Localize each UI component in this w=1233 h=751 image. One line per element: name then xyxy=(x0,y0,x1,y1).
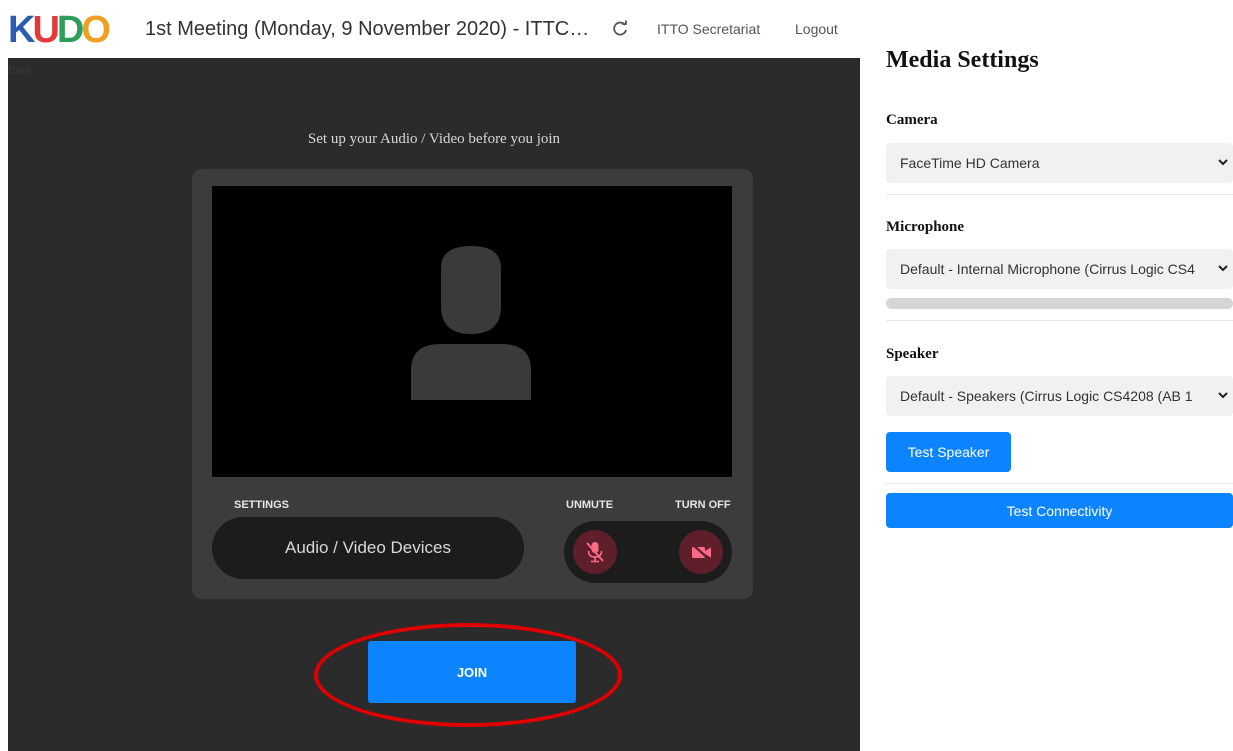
microphone-select-value: Default - Internal Microphone (Cirrus Lo… xyxy=(900,261,1195,277)
test-connectivity-button[interactable]: Test Connectivity xyxy=(886,493,1233,528)
camera-toggle-button[interactable] xyxy=(679,530,723,574)
join-button[interactable]: JOIN xyxy=(368,641,576,703)
user-name-link[interactable]: ITTO Secretariat xyxy=(657,21,760,37)
logo-letter-k: K xyxy=(8,9,36,51)
media-settings-panel: Media Settings Camera FaceTime HD Camera… xyxy=(886,0,1233,751)
chevron-down-icon xyxy=(1218,392,1228,399)
speaker-select-value: Default - Speakers (Cirrus Logic CS4208 … xyxy=(900,388,1193,404)
meeting-title: 1st Meeting (Monday, 9 November 2020) - … xyxy=(145,18,590,40)
chevron-down-icon xyxy=(1218,159,1228,166)
back-link[interactable]: Back xyxy=(8,64,32,76)
microphone-muted-icon xyxy=(586,542,604,563)
divider xyxy=(886,483,1233,484)
speaker-select[interactable]: Default - Speakers (Cirrus Logic CS4208 … xyxy=(886,376,1233,416)
camera-label: Camera xyxy=(886,112,938,128)
media-settings-title: Media Settings xyxy=(886,47,1039,73)
camera-select-value: FaceTime HD Camera xyxy=(900,155,1040,171)
pre-join-area: Back Set up your Audio / Video before yo… xyxy=(8,58,860,751)
microphone-level-meter xyxy=(886,298,1233,309)
turn-off-label: TURN OFF xyxy=(675,499,731,511)
video-preview xyxy=(212,186,732,477)
logo-letter-o: O xyxy=(81,9,111,51)
top-bar: K U D O 1st Meeting (Monday, 9 November … xyxy=(0,0,860,58)
chevron-down-icon xyxy=(1218,265,1228,272)
kudo-logo[interactable]: K U D O xyxy=(8,9,111,51)
settings-label: SETTINGS xyxy=(234,499,290,511)
setup-instruction: Set up your Audio / Video before you joi… xyxy=(307,131,561,147)
refresh-icon[interactable] xyxy=(611,20,629,38)
divider xyxy=(886,194,1233,195)
camera-off-icon xyxy=(691,543,711,561)
speaker-label: Speaker xyxy=(886,346,939,362)
media-controls xyxy=(564,521,732,583)
divider xyxy=(886,320,1233,321)
camera-select[interactable]: FaceTime HD Camera xyxy=(886,143,1233,183)
microphone-label: Microphone xyxy=(886,219,965,235)
person-silhouette-icon xyxy=(411,246,531,400)
microphone-select[interactable]: Default - Internal Microphone (Cirrus Lo… xyxy=(886,249,1233,289)
unmute-button[interactable] xyxy=(573,530,617,574)
unmute-label: UNMUTE xyxy=(566,499,614,511)
preview-panel: SETTINGS Audio / Video Devices UNMUTE TU… xyxy=(192,169,753,599)
test-speaker-button[interactable]: Test Speaker xyxy=(886,432,1011,472)
audio-video-devices-button[interactable]: Audio / Video Devices xyxy=(212,517,524,579)
logout-link[interactable]: Logout xyxy=(795,21,838,37)
logo-letter-u: U xyxy=(32,9,60,51)
logo-letter-d: D xyxy=(56,9,85,51)
